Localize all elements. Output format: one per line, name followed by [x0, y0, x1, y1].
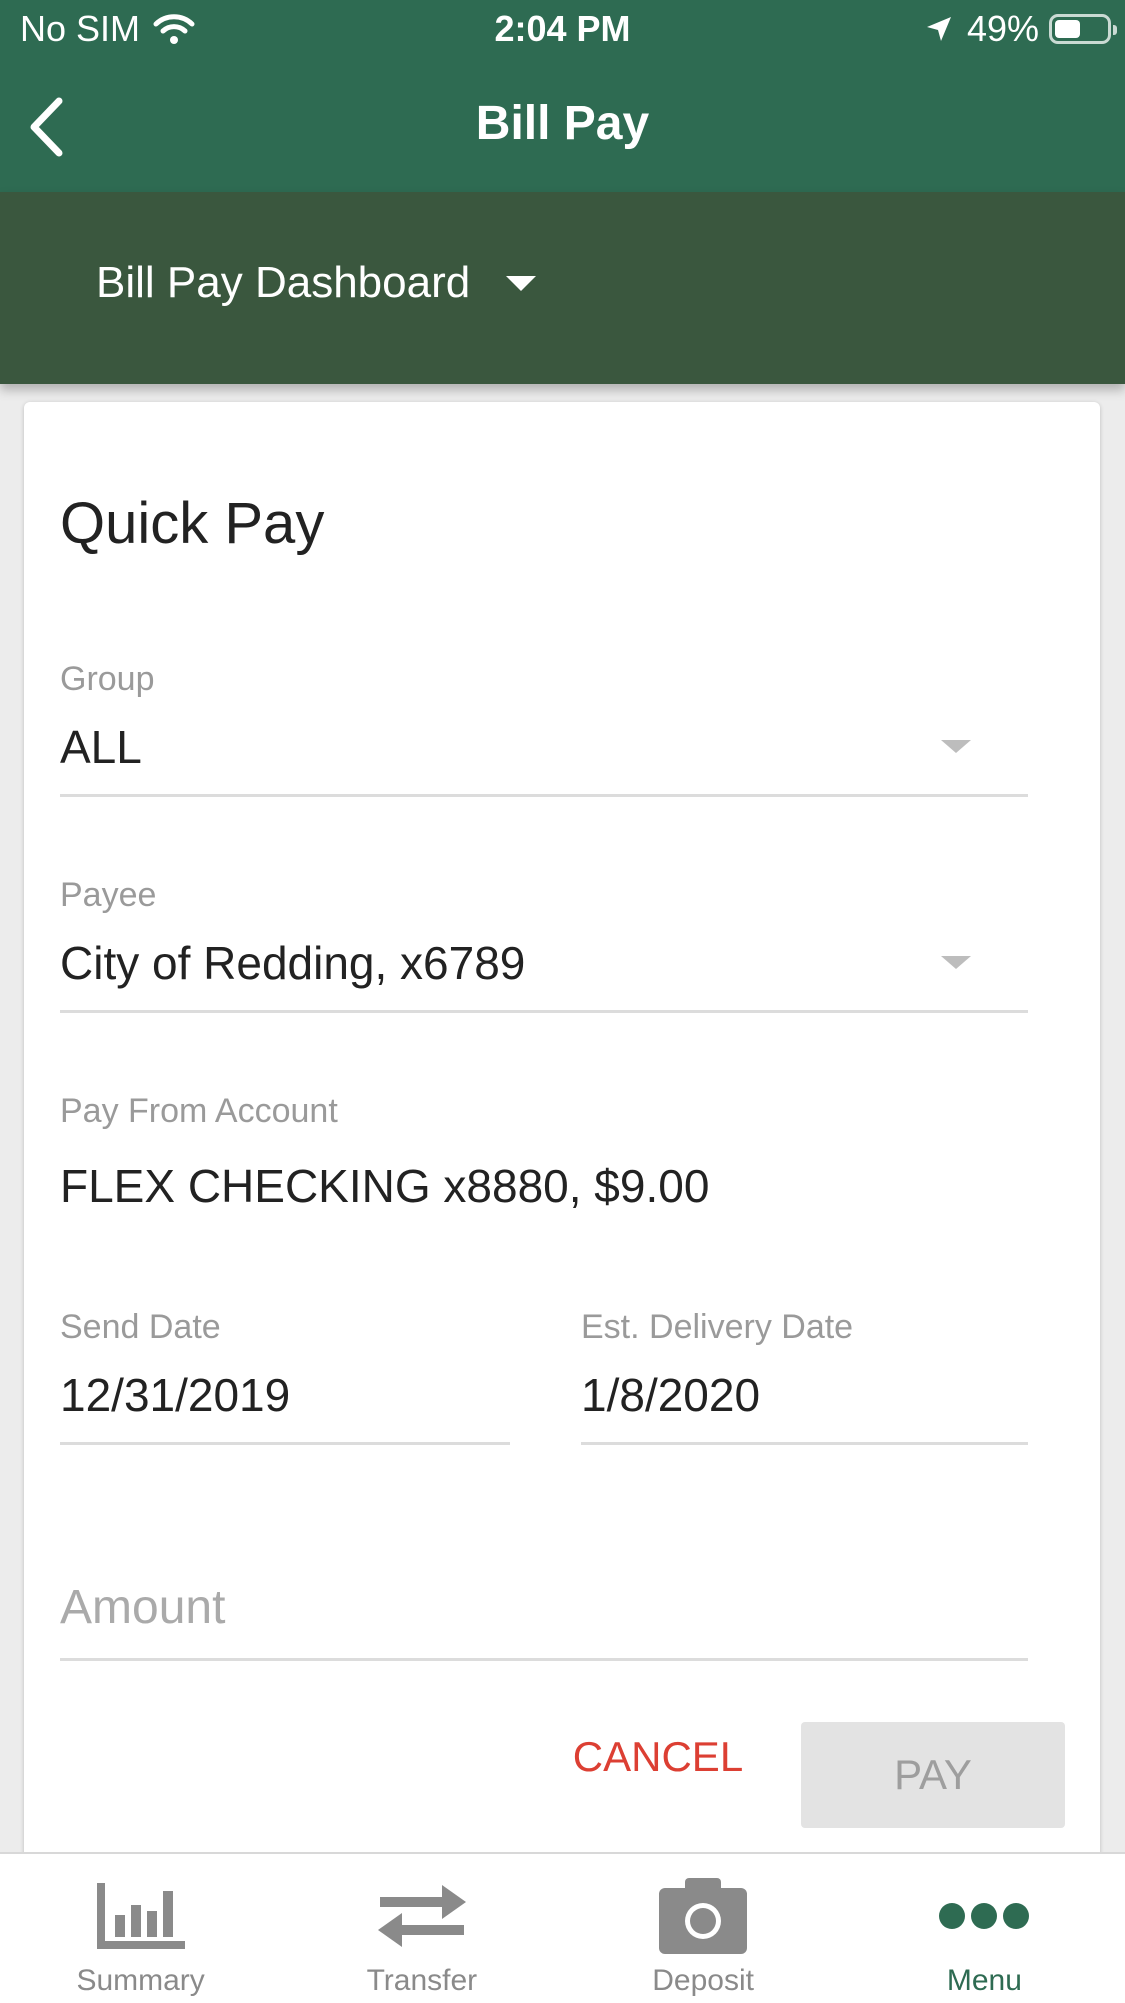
dashboard-dropdown-label: Bill Pay Dashboard: [96, 258, 471, 307]
send-date-label: Send Date: [60, 1308, 221, 1346]
tab-summary[interactable]: Summary: [0, 1854, 281, 2003]
cancel-button[interactable]: CANCEL: [548, 1722, 768, 1792]
delivery-date-value: 1/8/2020: [581, 1369, 761, 1421]
amount-input[interactable]: [60, 1572, 1028, 1642]
pay-from-label: Pay From Account: [60, 1092, 338, 1130]
pay-button[interactable]: PAY: [801, 1722, 1065, 1828]
group-select[interactable]: ALL: [60, 720, 1028, 774]
send-date-field[interactable]: 12/31/2019: [60, 1368, 510, 1422]
battery-icon: [1049, 14, 1117, 44]
send-date-underline: [60, 1442, 510, 1445]
location-arrow-icon: [926, 17, 951, 41]
status-battery-group: 49%: [925, 8, 1117, 50]
quick-pay-card: Quick Pay Group ALL Payee City of Reddin…: [24, 402, 1100, 1862]
app-header: No SIM 2:04 PM 49% Bill Pay: [0, 0, 1125, 192]
transfer-arrows-icon: [376, 1874, 468, 1958]
card-title: Quick Pay: [60, 491, 325, 556]
payee-dropdown-arrow-icon: [941, 956, 971, 969]
delivery-date-underline: [581, 1442, 1028, 1445]
tab-deposit[interactable]: Deposit: [563, 1854, 844, 2003]
tab-transfer[interactable]: Transfer: [281, 1854, 562, 2003]
more-dots-icon: [938, 1874, 1030, 1958]
battery-level: [1055, 20, 1080, 38]
tab-menu[interactable]: Menu: [844, 1854, 1125, 2003]
dashboard-dropdown[interactable]: Bill Pay Dashboard: [96, 258, 537, 308]
payee-label: Payee: [60, 876, 157, 914]
payee-select[interactable]: City of Redding, x6789: [60, 936, 1028, 990]
group-underline: [60, 794, 1028, 797]
amount-underline: [60, 1658, 1028, 1661]
tab-menu-label: Menu: [946, 1964, 1022, 1997]
tab-transfer-label: Transfer: [366, 1964, 478, 1997]
battery-percent: 49%: [966, 8, 1039, 49]
group-label: Group: [60, 660, 155, 698]
tab-deposit-label: Deposit: [652, 1964, 754, 1997]
payee-underline: [60, 1010, 1028, 1013]
bar-chart-icon: [95, 1874, 187, 1958]
caret-down-icon: [506, 275, 537, 291]
dashboard-bar: Bill Pay Dashboard: [0, 192, 1125, 384]
page-title: Bill Pay: [475, 97, 650, 150]
pay-from-account: FLEX CHECKING x8880, $9.00: [60, 1160, 710, 1212]
camera-icon: [657, 1874, 749, 1958]
bottom-tab-bar: Summary Transfer Deposit Menu: [0, 1852, 1125, 2003]
tab-summary-label: Summary: [76, 1964, 205, 1997]
group-dropdown-arrow-icon: [941, 740, 971, 753]
delivery-date-label: Est. Delivery Date: [581, 1308, 854, 1346]
